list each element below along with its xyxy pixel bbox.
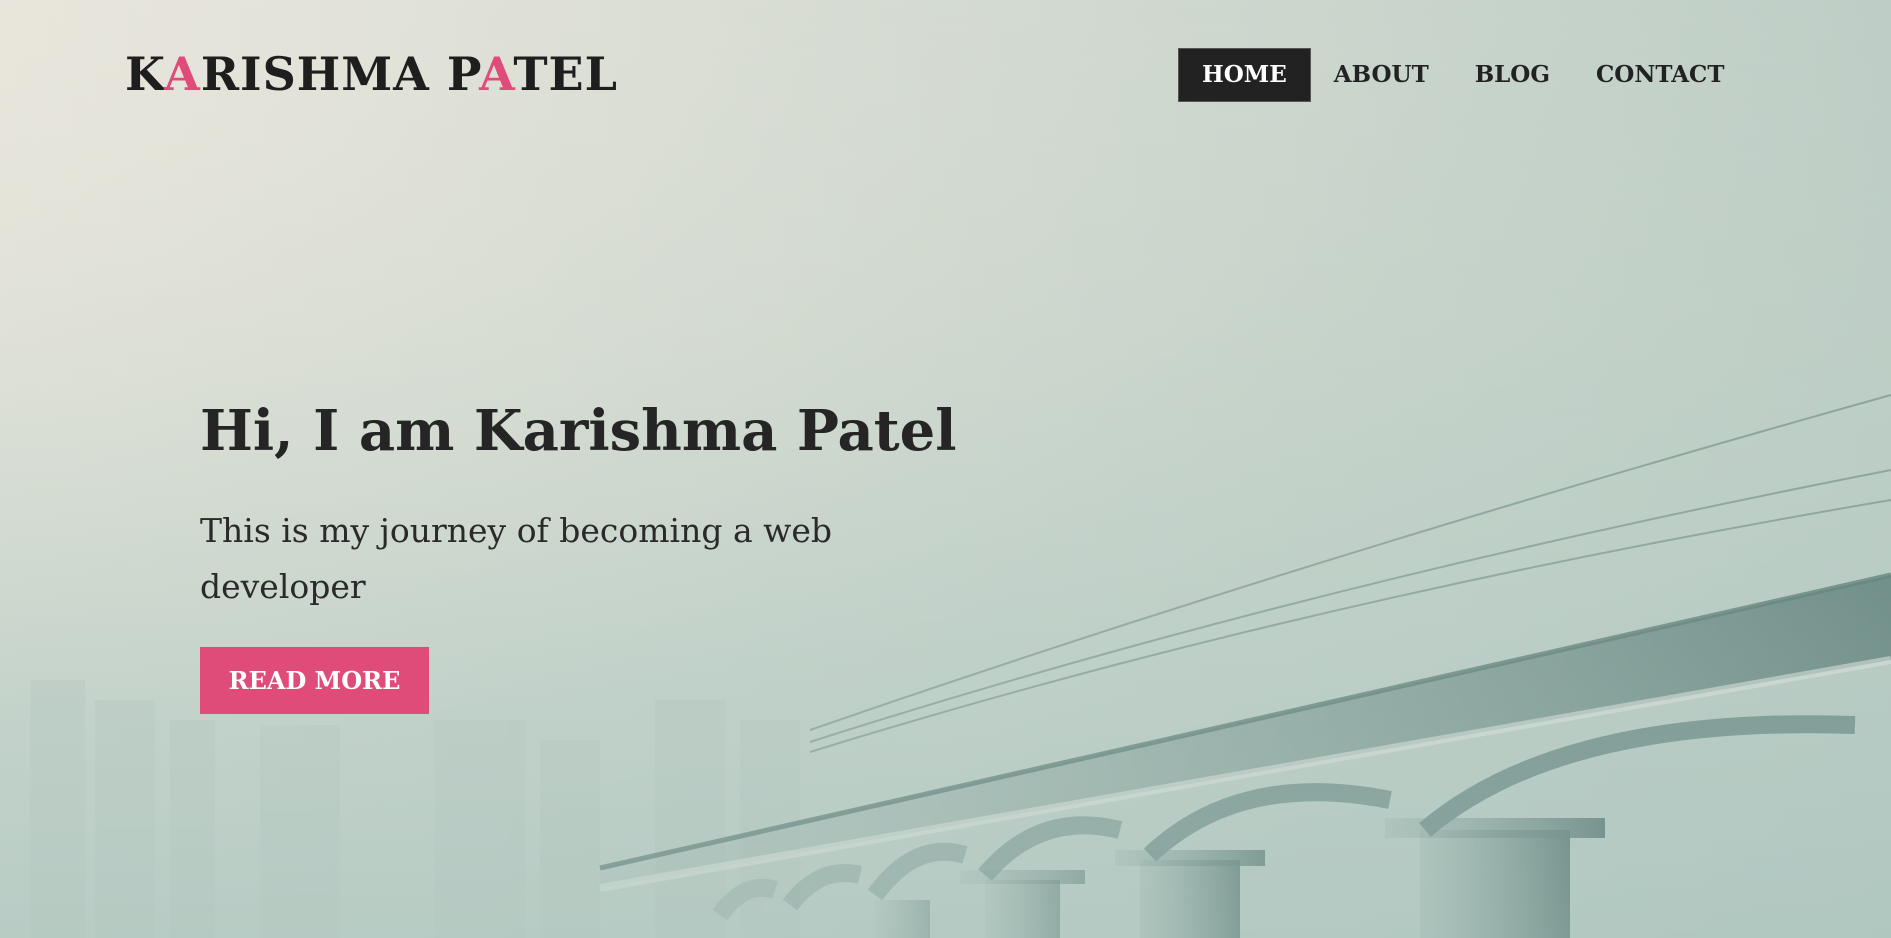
logo-text-rishma-p: RISHMA P xyxy=(200,47,480,101)
nav-contact-link[interactable]: CONTACT xyxy=(1573,48,1748,102)
logo-accent-letter: A xyxy=(479,47,514,101)
logo-accent-letter: A xyxy=(164,47,201,101)
logo-letter-k: K xyxy=(125,47,165,101)
hero-title: Hi, I am Karishma Patel xyxy=(200,398,957,464)
hero-subtitle: This is my journey of becoming a web dev… xyxy=(200,511,833,606)
read-more-button[interactable]: READ MORE xyxy=(200,647,429,714)
main-nav: HOME ABOUT BLOG CONTACT xyxy=(1178,48,1747,102)
nav-about-link[interactable]: ABOUT xyxy=(1311,48,1452,102)
nav-blog-link[interactable]: BLOG xyxy=(1452,48,1573,102)
logo-text-tel: TEL xyxy=(513,47,618,101)
site-logo[interactable]: KARISHMA PATEL xyxy=(125,44,618,104)
site-header: KARISHMA PATEL HOME ABOUT BLOG CONTACT xyxy=(0,0,1891,150)
hero-section: Hi, I am Karishma Patel This is my journ… xyxy=(200,395,957,714)
page: KARISHMA PATEL HOME ABOUT BLOG CONTACT H… xyxy=(0,0,1891,938)
nav-home-link[interactable]: HOME xyxy=(1178,48,1311,102)
